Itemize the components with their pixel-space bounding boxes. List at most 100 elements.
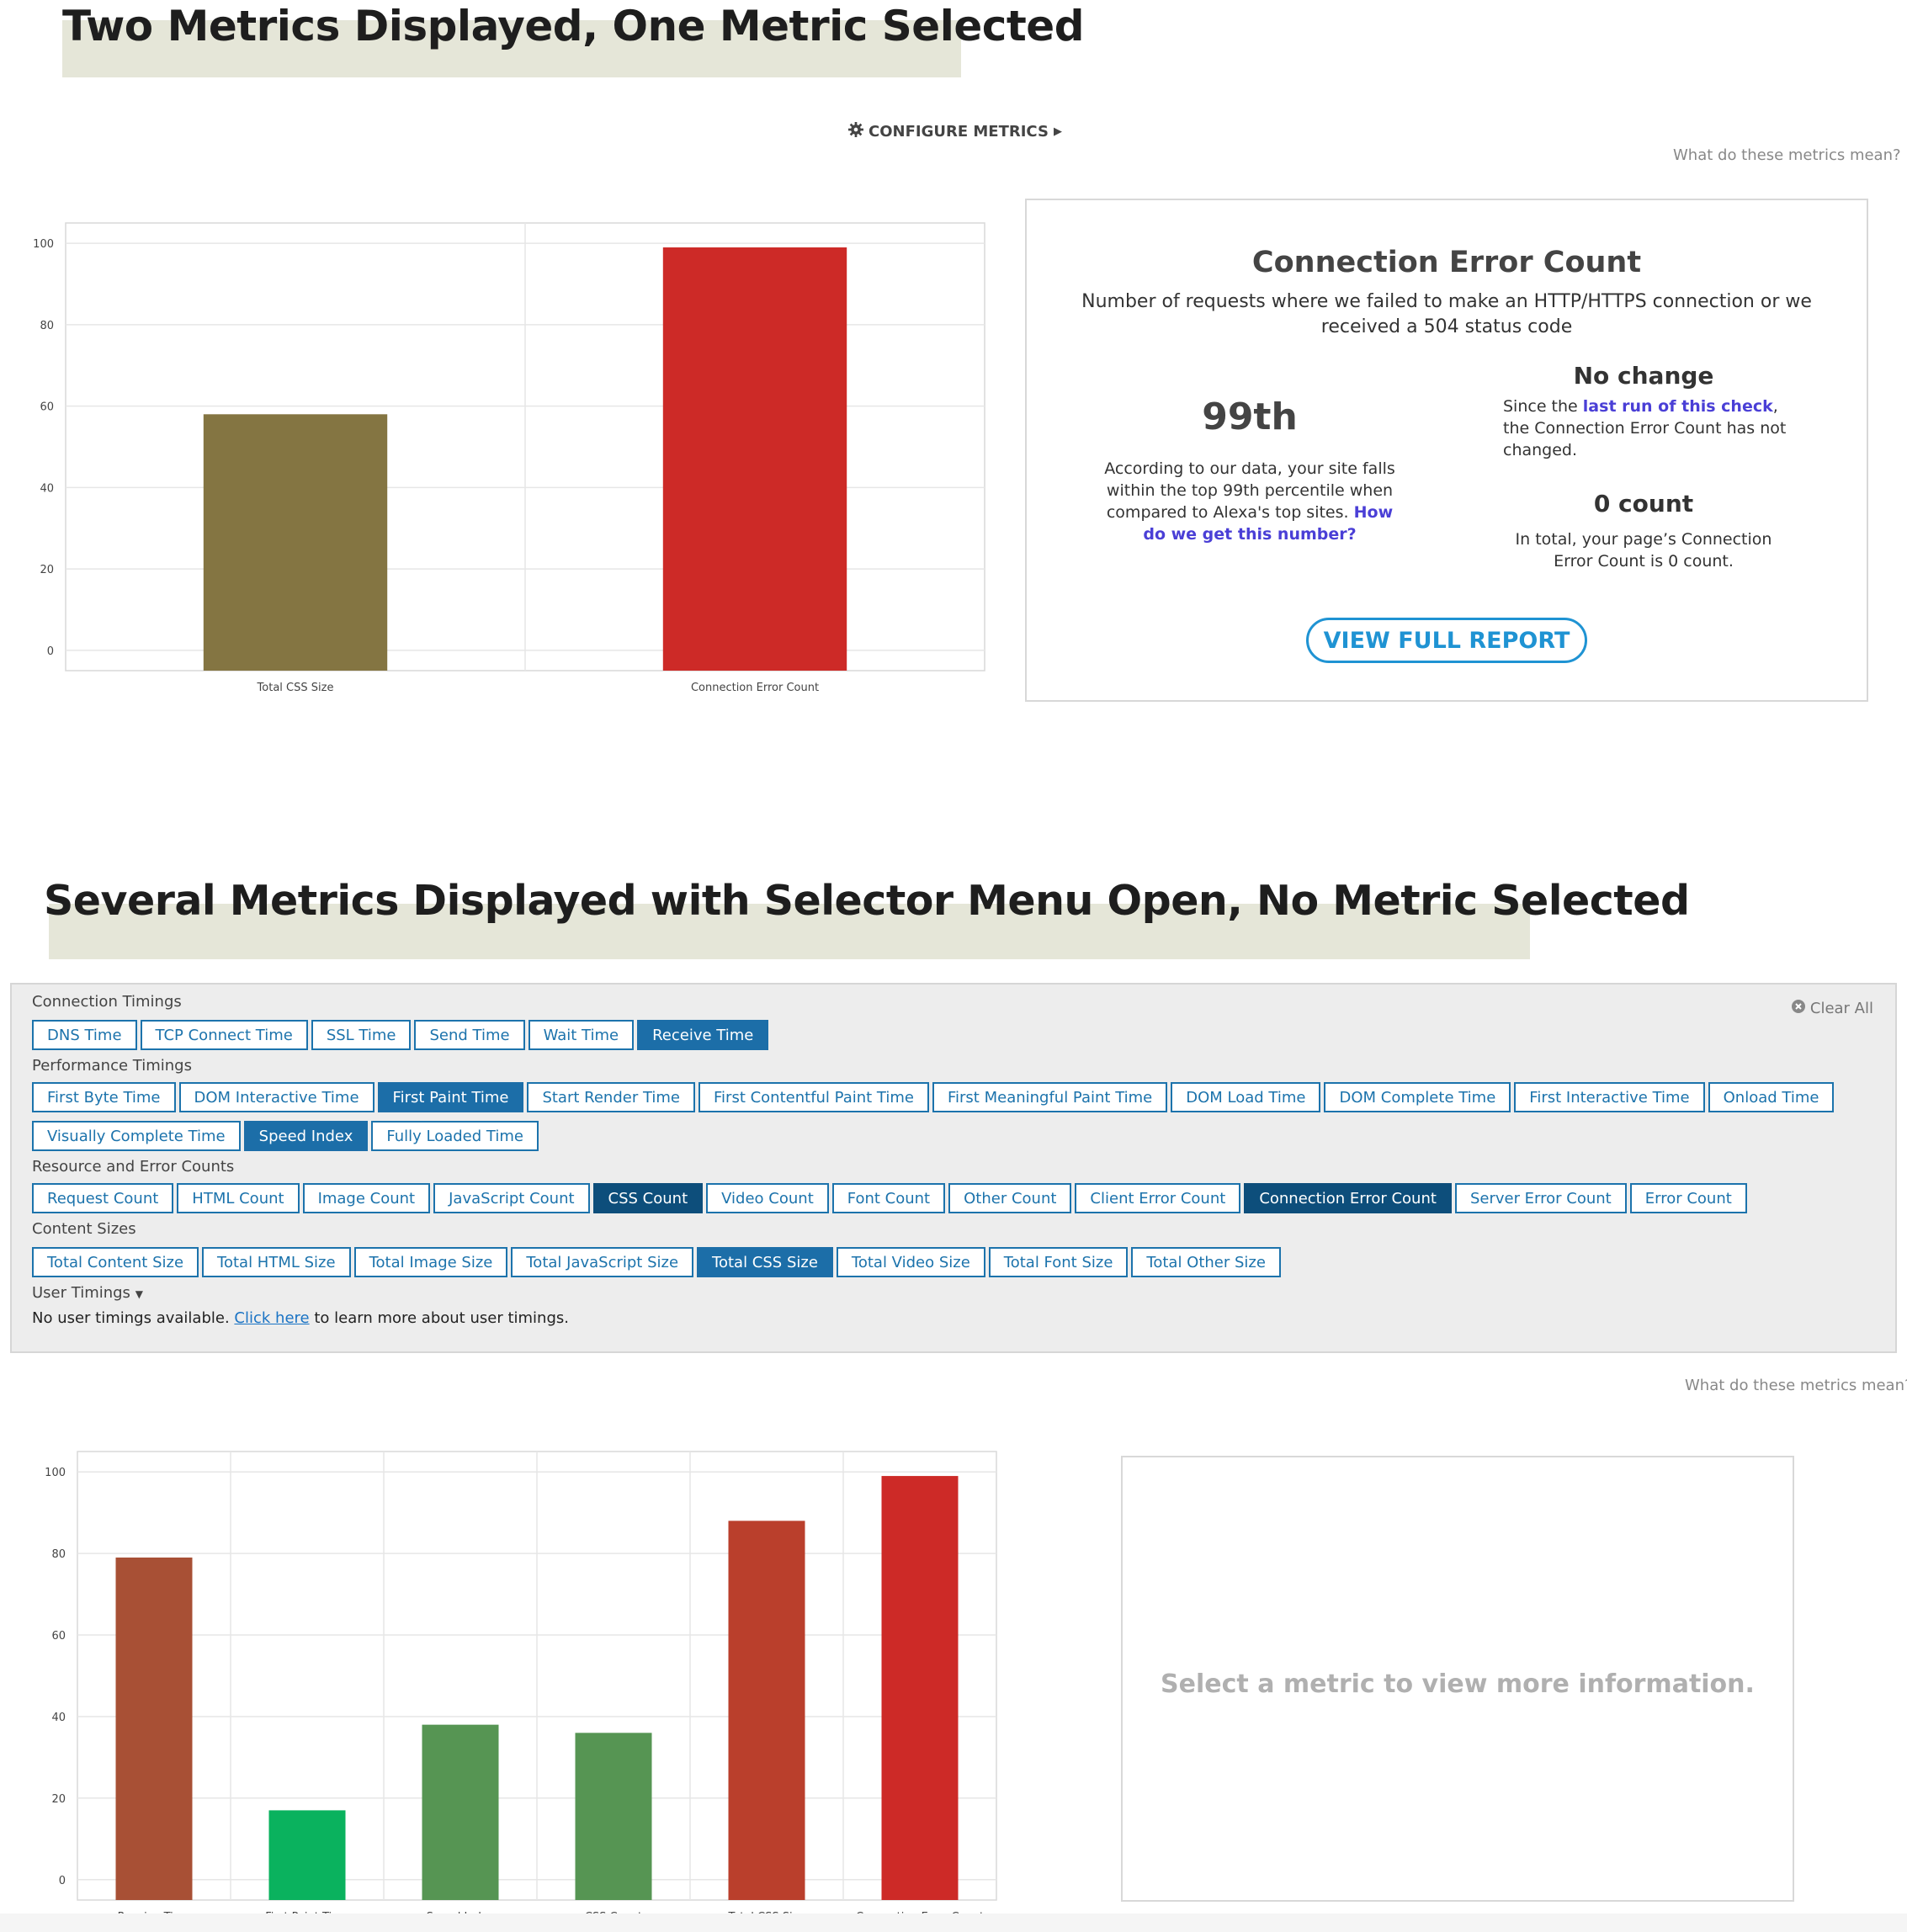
metric-button-video-count[interactable]: Video Count: [706, 1183, 829, 1213]
y-tick-label: 0: [59, 1875, 66, 1887]
metric-button-speed-index[interactable]: Speed Index: [243, 1121, 369, 1151]
metric-button-total-html-size[interactable]: Total HTML Size: [202, 1247, 351, 1277]
last-run-link[interactable]: last run of this check: [1583, 397, 1773, 416]
metric-button-request-count[interactable]: Request Count: [32, 1183, 174, 1213]
metric-info-empty-panel: Select a metric to view more information…: [1121, 1456, 1794, 1902]
metric-button-server-error-count[interactable]: Server Error Count: [1454, 1183, 1627, 1213]
content-size-buttons: Total Content Size Total HTML Size Total I…: [32, 1247, 1281, 1277]
bar-receive-time: [115, 1557, 193, 1900]
metric-button-html-count[interactable]: HTML Count: [177, 1183, 300, 1213]
percentile-description: According to our data, your site falls w…: [1102, 458, 1397, 545]
section2-heading: Several Metrics Displayed with Selector …: [44, 877, 1690, 925]
user-timings-dropdown[interactable]: User Timings ▼: [32, 1284, 143, 1302]
user-note-text: No user timings available.: [32, 1309, 230, 1327]
configure-metrics-button[interactable]: CONFIGURE METRICS ▶: [848, 122, 1062, 141]
what-metrics-mean-link[interactable]: What do these metrics mean?: [1685, 1377, 1907, 1394]
clear-all-button[interactable]: Clear All: [1791, 1000, 1873, 1017]
metric-button-first-paint-time[interactable]: First Paint Time: [377, 1082, 524, 1112]
caret-down-icon: ▼: [135, 1288, 143, 1300]
y-tick-label: 40: [40, 482, 54, 495]
chart-two-metrics: 0 20 40 60 80 100 Total CSS Size Connection Err…: [33, 222, 985, 694]
metric-button-total-font-size[interactable]: Total Font Size: [988, 1247, 1129, 1277]
metric-description: Number of requests where we failed to ma…: [1081, 291, 1812, 337]
clear-all-label: Clear All: [1809, 1000, 1873, 1017]
percentile-value: 99th: [1202, 395, 1298, 438]
metric-button-start-render-time[interactable]: Start Render Time: [527, 1082, 695, 1112]
metric-button-tcp-connect-time[interactable]: TCP Connect Time: [140, 1020, 308, 1050]
percentile-text: According to our data, your site falls w…: [1104, 459, 1395, 522]
bar-css-count: [575, 1733, 652, 1900]
y-tick-label: 60: [40, 401, 54, 414]
y-tick-label: 20: [51, 1793, 66, 1806]
metric-button-visually-complete-time[interactable]: Visually Complete Time: [32, 1121, 241, 1151]
metric-button-dns-time[interactable]: DNS Time: [32, 1020, 137, 1050]
metric-button-send-time[interactable]: Send Time: [414, 1020, 525, 1050]
metric-button-dom-load-time[interactable]: DOM Load Time: [1171, 1082, 1321, 1112]
section1-heading: Two Metrics Displayed, One Metric Select…: [62, 2, 1085, 50]
y-tick-label: 60: [51, 1630, 66, 1643]
bar-total-css-size: [203, 414, 388, 671]
user-timings-help-link[interactable]: Click here: [234, 1309, 309, 1327]
y-tick-label: 80: [51, 1548, 66, 1561]
y-tick-label: 0: [47, 645, 54, 658]
metric-button-first-byte-time[interactable]: First Byte Time: [32, 1082, 176, 1112]
metric-button-css-count[interactable]: CSS Count: [592, 1183, 704, 1213]
metric-button-ssl-time[interactable]: SSL Time: [311, 1020, 412, 1050]
change-description: Since the last run of this check, the Co…: [1503, 395, 1789, 461]
metric-button-other-count[interactable]: Other Count: [948, 1183, 1072, 1213]
empty-panel-message: Select a metric to view more information…: [1161, 1669, 1755, 1699]
metric-button-total-content-size[interactable]: Total Content Size: [32, 1247, 199, 1277]
metric-button-total-video-size[interactable]: Total Video Size: [836, 1247, 985, 1277]
performance-timings-buttons: First Byte Time DOM Interactive Time First…: [32, 1082, 1835, 1112]
metric-button-total-javascript-size[interactable]: Total JavaScript Size: [511, 1247, 694, 1277]
y-tick-label: 100: [45, 1467, 66, 1479]
x-tick-label: Total CSS Size: [257, 682, 334, 694]
metric-button-dom-interactive-time[interactable]: DOM Interactive Time: [178, 1082, 374, 1112]
user-timings-label: User Timings: [32, 1284, 130, 1302]
group-label-content-sizes: Content Sizes: [32, 1220, 136, 1238]
metric-button-first-interactive-time[interactable]: First Interactive Time: [1514, 1082, 1705, 1112]
what-metrics-mean-link[interactable]: What do these metrics mean?: [1673, 146, 1901, 164]
metric-button-total-css-size[interactable]: Total CSS Size: [697, 1247, 833, 1277]
metric-selector-menu: Clear All Connection Timings DNS Time TCP…: [10, 983, 1897, 1353]
performance-timings-buttons-row2: Visually Complete Time Speed Index Fully L…: [32, 1121, 539, 1151]
y-tick-label: 80: [40, 320, 54, 332]
metric-button-total-image-size[interactable]: Total Image Size: [353, 1247, 508, 1277]
metric-button-error-count[interactable]: Error Count: [1629, 1183, 1747, 1213]
group-label-resource-error-counts: Resource and Error Counts: [32, 1158, 235, 1176]
metric-button-fully-loaded-time[interactable]: Fully Loaded Time: [371, 1121, 539, 1151]
metric-button-connection-error-count[interactable]: Connection Error Count: [1244, 1183, 1452, 1213]
connection-timings-buttons: DNS Time TCP Connect Time SSL Time Send Tim…: [32, 1020, 769, 1050]
metric-button-total-other-size[interactable]: Total Other Size: [1131, 1247, 1281, 1277]
y-tick-label: 100: [33, 238, 54, 251]
metric-button-first-contentful-paint-time[interactable]: First Contentful Paint Time: [699, 1082, 929, 1112]
bar-total-css-size: [728, 1521, 805, 1900]
bar-speed-index: [422, 1724, 499, 1900]
y-tick-label: 40: [51, 1712, 66, 1724]
resource-error-count-buttons: Request Count HTML Count Image Count JavaSc…: [32, 1183, 1747, 1213]
view-full-report-button[interactable]: VIEW FULL REPORT: [1306, 618, 1587, 663]
bar-connection-error-count: [662, 247, 847, 671]
metric-button-onload-time[interactable]: Onload Time: [1708, 1082, 1835, 1112]
y-tick-label: 20: [40, 564, 54, 576]
bar-first-paint-time: [268, 1810, 346, 1900]
metric-button-wait-time[interactable]: Wait Time: [528, 1020, 635, 1050]
metric-button-javascript-count[interactable]: JavaScript Count: [433, 1183, 590, 1213]
metric-button-client-error-count[interactable]: Client Error Count: [1075, 1183, 1241, 1213]
count-title: 0 count: [1593, 490, 1694, 518]
metric-title: Connection Error Count: [1251, 246, 1642, 279]
close-circle-icon: [1791, 1000, 1805, 1017]
user-note-text-end: to learn more about user timings.: [314, 1309, 569, 1327]
metric-info-panel: Connection Error Count Number of request…: [1025, 199, 1868, 702]
metric-button-first-meaningful-paint-time[interactable]: First Meaningful Paint Time: [932, 1082, 1168, 1112]
metric-button-receive-time[interactable]: Receive Time: [637, 1020, 769, 1050]
bar-connection-error-count: [881, 1476, 959, 1900]
gear-icon: [848, 122, 863, 141]
metric-button-font-count[interactable]: Font Count: [831, 1183, 946, 1213]
metric-button-dom-complete-time[interactable]: DOM Complete Time: [1324, 1082, 1511, 1112]
group-label-connection-timings: Connection Timings: [32, 993, 182, 1011]
metric-button-image-count[interactable]: Image Count: [302, 1183, 431, 1213]
x-tick-label: Connection Error Count: [691, 682, 819, 694]
change-title: No change: [1573, 362, 1714, 390]
chart-several-metrics: 020406080100Receive TimeFirst Paint Time…: [45, 1451, 997, 1924]
